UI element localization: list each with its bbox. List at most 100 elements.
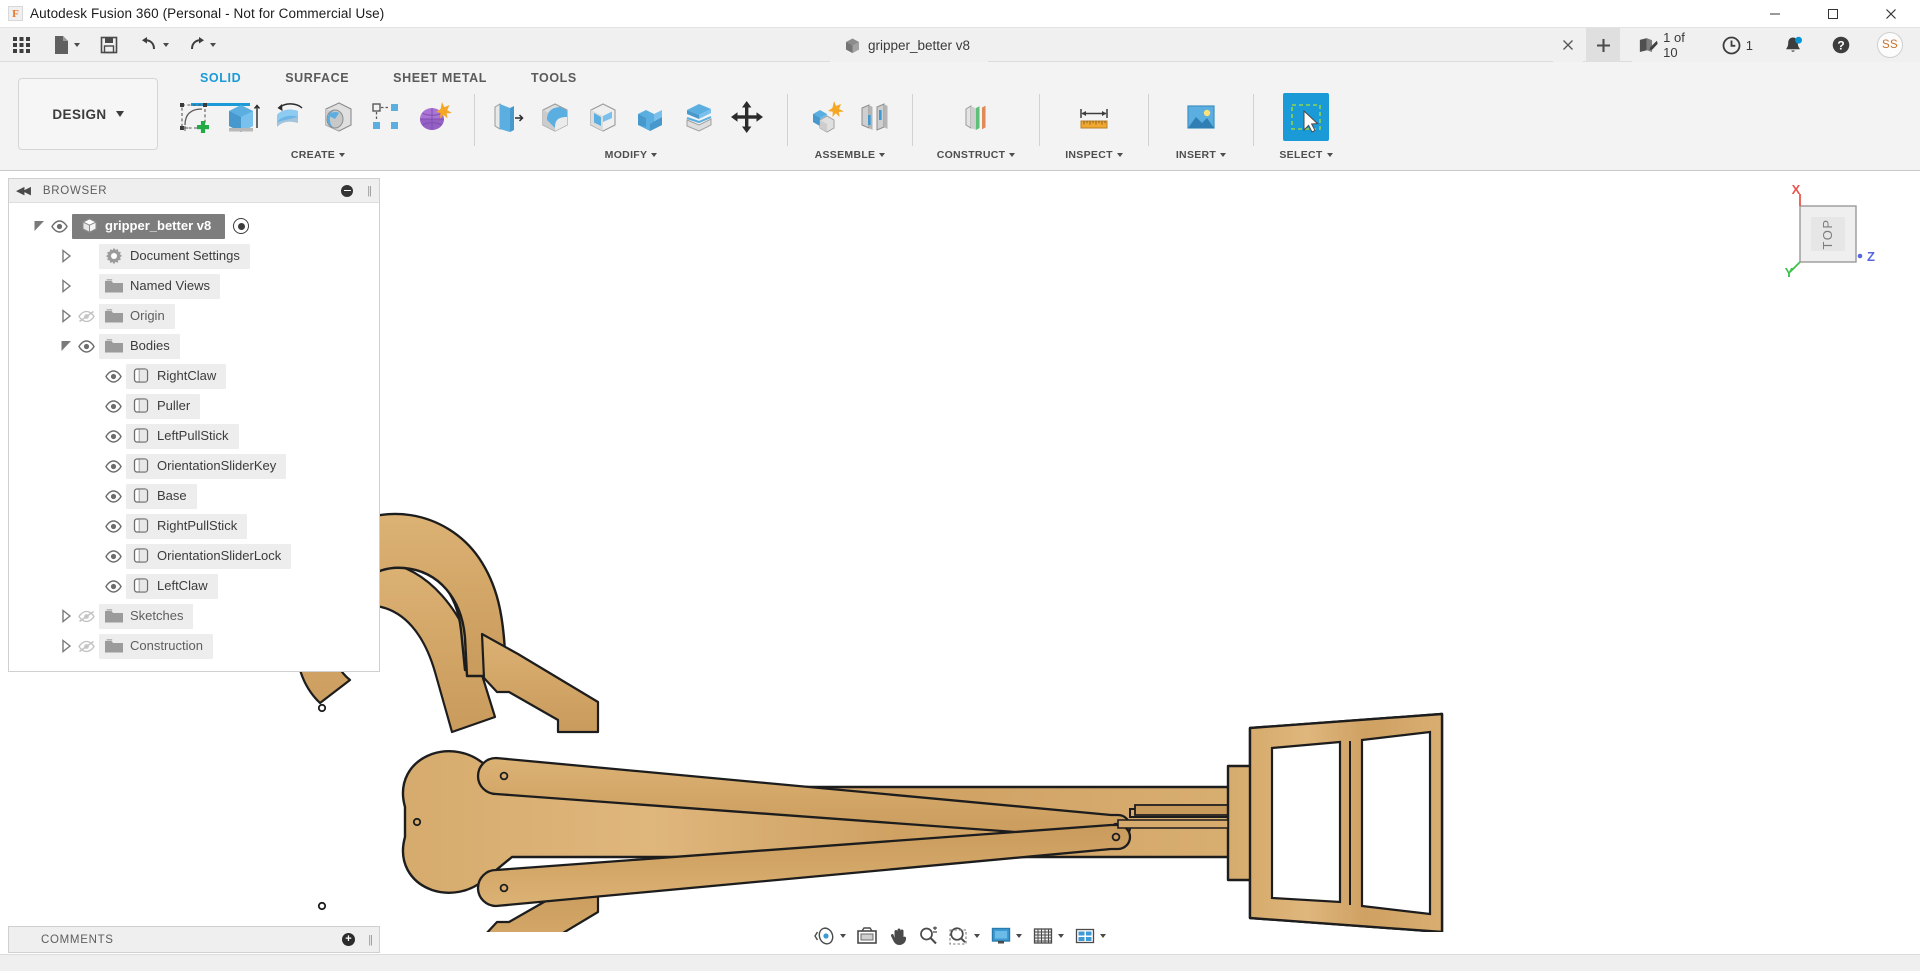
activate-component-radio[interactable] bbox=[233, 218, 250, 234]
tree-item-rightclaw[interactable]: RightClaw bbox=[9, 361, 379, 391]
job-status-indicator[interactable]: 1 bbox=[1715, 28, 1760, 62]
close-button[interactable] bbox=[1862, 0, 1920, 28]
visibility-eye-icon[interactable] bbox=[104, 398, 123, 414]
tree-item-chip[interactable]: Origin bbox=[99, 303, 175, 329]
tab-solid[interactable]: SOLID bbox=[178, 68, 263, 106]
tree-item-gripper-better-v8[interactable]: gripper_better v8 bbox=[9, 211, 379, 241]
expander-closed-icon[interactable] bbox=[60, 279, 74, 293]
comments-resize-grip[interactable]: || bbox=[368, 934, 373, 946]
ribbon-group-select-label[interactable]: SELECT bbox=[1260, 146, 1352, 164]
tree-item-chip[interactable]: Construction bbox=[99, 633, 213, 659]
sweep-icon[interactable] bbox=[315, 93, 361, 141]
expander-open-icon[interactable] bbox=[60, 339, 74, 353]
visibility-eye-icon[interactable] bbox=[104, 578, 123, 594]
zoom-button[interactable] bbox=[913, 922, 943, 950]
expander-closed-icon[interactable] bbox=[60, 249, 74, 263]
tab-tools[interactable]: TOOLS bbox=[509, 68, 599, 90]
browser-resize-grip[interactable]: || bbox=[367, 185, 372, 197]
visibility-eye-off-icon[interactable] bbox=[77, 608, 96, 624]
display-settings-button[interactable] bbox=[985, 922, 1027, 950]
document-tab-close-button[interactable] bbox=[1553, 28, 1583, 62]
expander-closed-icon[interactable] bbox=[60, 309, 74, 323]
viewports-button[interactable] bbox=[1069, 922, 1111, 950]
extrude-icon[interactable] bbox=[219, 93, 265, 141]
tree-item-chip[interactable]: Document Settings bbox=[99, 243, 250, 269]
revolve-icon[interactable] bbox=[267, 93, 313, 141]
expander-closed-icon[interactable] bbox=[60, 609, 74, 623]
workspace-switcher[interactable]: DESIGN bbox=[18, 78, 158, 150]
ribbon-group-construct-label[interactable]: CONSTRUCT bbox=[919, 146, 1033, 164]
ribbon-group-modify-label[interactable]: MODIFY bbox=[481, 146, 781, 164]
visibility-eye-off-icon[interactable] bbox=[77, 308, 96, 324]
visibility-eye-icon[interactable] bbox=[77, 338, 96, 354]
visibility-eye-icon[interactable] bbox=[104, 428, 123, 444]
ribbon-group-inspect-label[interactable]: INSPECT bbox=[1046, 146, 1142, 164]
tree-item-leftclaw[interactable]: LeftClaw bbox=[9, 571, 379, 601]
visibility-eye-icon[interactable] bbox=[104, 488, 123, 504]
tree-item-document-settings[interactable]: Document Settings bbox=[9, 241, 379, 271]
zoom-window-button[interactable] bbox=[943, 922, 985, 950]
minimize-button[interactable] bbox=[1746, 0, 1804, 28]
tab-sheet-metal[interactable]: SHEET METAL bbox=[371, 68, 509, 90]
visibility-eye-icon[interactable] bbox=[104, 518, 123, 534]
version-indicator[interactable]: 1 of 10 bbox=[1632, 28, 1705, 62]
tree-item-rightpullstick[interactable]: RightPullStick bbox=[9, 511, 379, 541]
collapse-panel-icon[interactable]: ◀◀ bbox=[16, 184, 31, 197]
tree-item-sketches[interactable]: Sketches bbox=[9, 601, 379, 631]
undo-button[interactable] bbox=[135, 30, 174, 60]
split-face-icon[interactable] bbox=[676, 93, 722, 141]
pattern-icon[interactable] bbox=[363, 93, 409, 141]
ribbon-group-insert-label[interactable]: INSERT bbox=[1155, 146, 1247, 164]
tree-item-chip[interactable]: OrientationSliderLock bbox=[126, 543, 292, 569]
app-grid-menu-button[interactable] bbox=[7, 30, 36, 60]
measure-icon[interactable] bbox=[1071, 93, 1117, 141]
select-cursor-icon[interactable] bbox=[1283, 93, 1329, 141]
look-at-button[interactable] bbox=[851, 922, 883, 950]
tree-item-chip[interactable]: Bodies bbox=[99, 333, 180, 359]
tree-item-leftpullstick[interactable]: LeftPullStick bbox=[9, 421, 379, 451]
offset-plane-icon[interactable] bbox=[953, 93, 999, 141]
tree-item-named-views[interactable]: Named Views bbox=[9, 271, 379, 301]
tree-item-chip[interactable]: Base bbox=[126, 483, 197, 509]
create-sketch-icon[interactable] bbox=[171, 93, 217, 141]
grid-snaps-button[interactable] bbox=[1027, 922, 1069, 950]
shell-icon[interactable] bbox=[580, 93, 626, 141]
expander-closed-icon[interactable] bbox=[60, 639, 74, 653]
tree-item-orientationsliderlock[interactable]: OrientationSliderLock bbox=[9, 541, 379, 571]
visibility-eye-icon[interactable] bbox=[104, 458, 123, 474]
save-button[interactable] bbox=[95, 30, 123, 60]
press-pull-icon[interactable] bbox=[484, 93, 530, 141]
tree-item-chip[interactable]: LeftPullStick bbox=[126, 423, 239, 449]
browser-minimize-icon[interactable] bbox=[341, 184, 353, 197]
tree-item-bodies[interactable]: Bodies bbox=[9, 331, 379, 361]
user-account-button[interactable]: SS bbox=[1870, 28, 1910, 62]
tree-item-chip[interactable]: OrientationSliderKey bbox=[126, 453, 287, 479]
ribbon-group-assemble-label[interactable]: ASSEMBLE bbox=[794, 146, 906, 164]
maximize-button[interactable] bbox=[1804, 0, 1862, 28]
document-tab[interactable]: gripper_better v8 bbox=[830, 28, 989, 62]
tab-surface[interactable]: SURFACE bbox=[263, 68, 371, 90]
form-icon[interactable] bbox=[411, 93, 457, 141]
pan-button[interactable] bbox=[883, 922, 913, 950]
fillet-icon[interactable] bbox=[532, 93, 578, 141]
visibility-eye-icon[interactable] bbox=[104, 368, 123, 384]
tree-item-chip[interactable]: LeftClaw bbox=[126, 573, 218, 599]
add-comment-button[interactable]: + bbox=[342, 933, 355, 946]
visibility-eye-off-icon[interactable] bbox=[77, 638, 96, 654]
orbit-button[interactable] bbox=[809, 922, 851, 950]
tree-item-puller[interactable]: Puller bbox=[9, 391, 379, 421]
new-file-button[interactable] bbox=[48, 30, 85, 60]
visibility-eye-icon[interactable] bbox=[104, 548, 123, 564]
tree-item-origin[interactable]: Origin bbox=[9, 301, 379, 331]
redo-button[interactable] bbox=[182, 30, 221, 60]
visibility-eye-icon[interactable] bbox=[50, 218, 69, 234]
new-component-icon[interactable] bbox=[803, 93, 849, 141]
expander-open-icon[interactable] bbox=[33, 219, 47, 233]
tree-item-orientationsliderkey[interactable]: OrientationSliderKey bbox=[9, 451, 379, 481]
tree-item-chip[interactable]: RightClaw bbox=[126, 363, 227, 389]
tree-item-base[interactable]: Base bbox=[9, 481, 379, 511]
tree-item-chip[interactable]: Puller bbox=[126, 393, 201, 419]
notifications-button[interactable] bbox=[1776, 28, 1810, 62]
ribbon-group-create-label[interactable]: CREATE bbox=[168, 146, 468, 164]
tree-item-chip[interactable]: gripper_better v8 bbox=[72, 213, 226, 239]
